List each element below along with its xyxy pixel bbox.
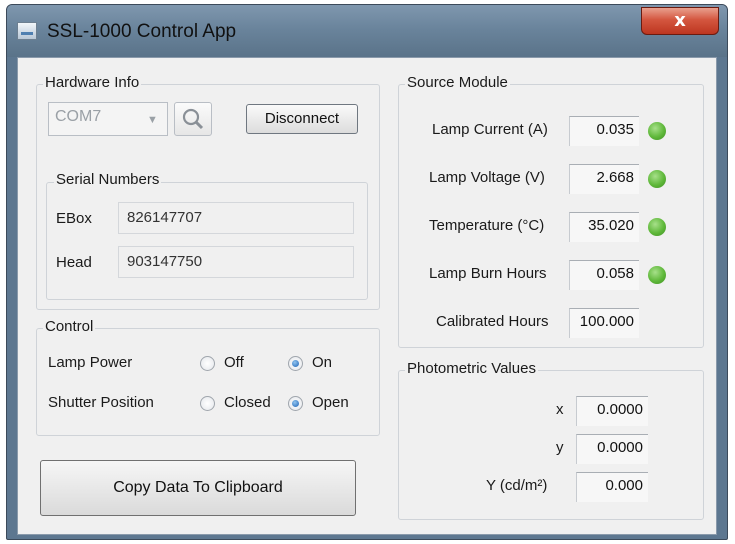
photometric-y-label: y bbox=[556, 439, 564, 456]
search-button[interactable] bbox=[174, 102, 212, 136]
lamp-current-status-icon bbox=[648, 122, 666, 140]
photometric-values-label: Photometric Values bbox=[405, 360, 538, 377]
title-bar[interactable]: SSL-1000 Control App x bbox=[7, 5, 727, 57]
control-label: Control bbox=[43, 318, 96, 335]
close-button[interactable]: x bbox=[641, 7, 719, 35]
lamp-current-value: 0.035 bbox=[569, 116, 639, 146]
client-area: Hardware Info COM7 ▼ Disconnect Serial N… bbox=[17, 57, 717, 535]
photometric-y-value: 0.0000 bbox=[576, 434, 648, 464]
calibrated-hours-label: Calibrated Hours bbox=[436, 313, 549, 330]
ebox-label: EBox bbox=[56, 210, 92, 227]
lamp-burn-hours-label: Lamp Burn Hours bbox=[429, 265, 547, 282]
serial-numbers-group bbox=[46, 182, 368, 300]
copy-data-button[interactable]: Copy Data To Clipboard bbox=[40, 460, 356, 516]
head-label: Head bbox=[56, 254, 92, 271]
shutter-closed-label[interactable]: Closed bbox=[224, 394, 271, 411]
port-value: COM7 bbox=[55, 108, 102, 125]
lamp-power-label: Lamp Power bbox=[48, 354, 133, 371]
lamp-off-label[interactable]: Off bbox=[224, 354, 244, 371]
lamp-on-label[interactable]: On bbox=[312, 354, 332, 371]
head-serial-field: 903147750 bbox=[118, 246, 354, 278]
temperature-status-icon bbox=[648, 218, 666, 236]
temperature-label: Temperature (°C) bbox=[429, 217, 545, 234]
hardware-info-label: Hardware Info bbox=[43, 74, 142, 91]
control-group bbox=[36, 328, 380, 436]
ebox-serial-field: 826147707 bbox=[118, 202, 354, 234]
lamp-voltage-value: 2.668 bbox=[569, 164, 639, 194]
lamp-voltage-label: Lamp Voltage (V) bbox=[429, 169, 545, 186]
app-window: SSL-1000 Control App x Hardware Info COM… bbox=[6, 4, 728, 540]
lamp-burn-hours-status-icon bbox=[648, 266, 666, 284]
app-icon bbox=[17, 22, 37, 40]
chevron-down-icon: ▼ bbox=[147, 114, 158, 126]
shutter-position-label: Shutter Position bbox=[48, 394, 154, 411]
serial-numbers-label: Serial Numbers bbox=[54, 171, 162, 188]
photometric-x-value: 0.0000 bbox=[576, 396, 648, 426]
lamp-burn-hours-value: 0.058 bbox=[569, 260, 639, 290]
photometric-x-label: x bbox=[556, 401, 564, 418]
photometric-values-group bbox=[398, 370, 704, 520]
window-title: SSL-1000 Control App bbox=[47, 21, 237, 42]
lamp-off-radio[interactable] bbox=[200, 356, 215, 371]
lamp-voltage-status-icon bbox=[648, 170, 666, 188]
port-select[interactable]: COM7 ▼ bbox=[48, 102, 168, 136]
magnifier-icon bbox=[182, 108, 204, 130]
photometric-luminance-value: 0.000 bbox=[576, 472, 648, 502]
calibrated-hours-value: 100.000 bbox=[569, 308, 639, 338]
source-module-label: Source Module bbox=[405, 74, 510, 91]
disconnect-button[interactable]: Disconnect bbox=[246, 104, 358, 134]
temperature-value: 35.020 bbox=[569, 212, 639, 242]
shutter-open-label[interactable]: Open bbox=[312, 394, 349, 411]
shutter-closed-radio[interactable] bbox=[200, 396, 215, 411]
photometric-luminance-label: Y (cd/m²) bbox=[486, 477, 548, 494]
lamp-current-label: Lamp Current (A) bbox=[432, 121, 548, 138]
shutter-open-radio[interactable] bbox=[288, 396, 303, 411]
lamp-on-radio[interactable] bbox=[288, 356, 303, 371]
